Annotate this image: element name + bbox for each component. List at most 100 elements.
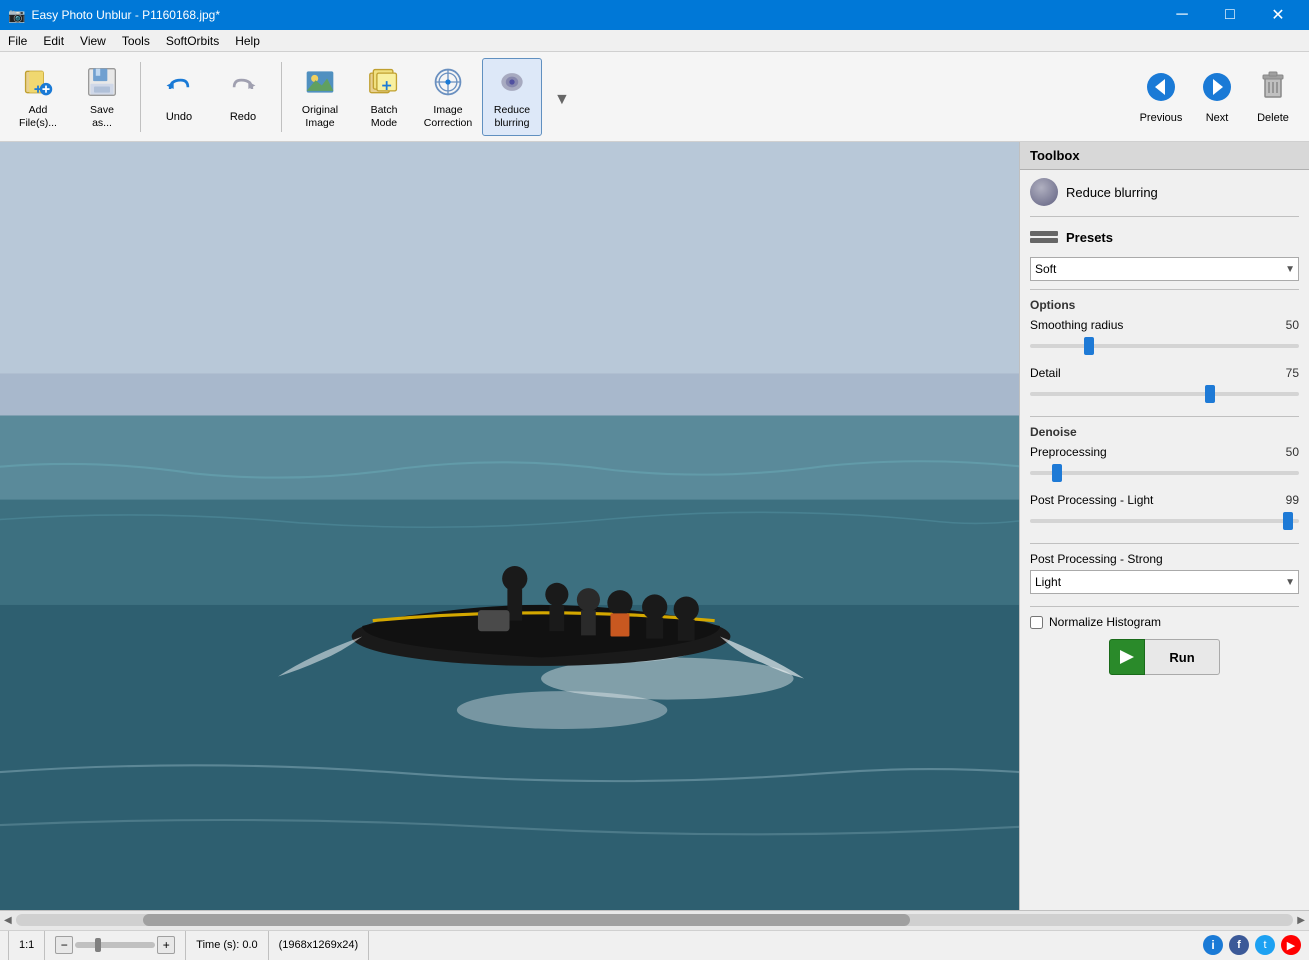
next-icon <box>1199 69 1235 108</box>
post-processing-light-slider-bg <box>1030 519 1299 523</box>
toolbox-content: Reduce blurring Presets Soft Medium St <box>1020 170 1309 683</box>
minimize-button[interactable]: ─ <box>1159 0 1205 30</box>
scrollbar-area[interactable]: ◀ ▶ <box>0 911 1309 931</box>
reduce-blurring-button[interactable]: Reduceblurring <box>482 58 542 136</box>
run-icon-button[interactable] <box>1109 639 1145 675</box>
menu-help[interactable]: Help <box>227 30 268 52</box>
toolbox-title: Toolbox <box>1020 142 1309 170</box>
preprocessing-label-row: Preprocessing 50 <box>1030 445 1299 459</box>
post-processing-light-slider-handle[interactable] <box>1283 512 1293 530</box>
previous-button[interactable]: Previous <box>1133 58 1189 136</box>
info-icon[interactable]: i <box>1203 935 1223 955</box>
denoise-section: Denoise Preprocessing 50 Post Proces <box>1030 425 1299 531</box>
image-correction-icon <box>430 64 466 100</box>
time-label: Time (s): <box>196 939 239 951</box>
presets-select[interactable]: Soft Medium Strong Custom <box>1030 257 1299 281</box>
redo-button[interactable]: Redo <box>213 58 273 136</box>
menu-tools[interactable]: Tools <box>114 30 158 52</box>
redo-label: Redo <box>230 111 256 123</box>
app-title: Easy Photo Unblur - P1160168.jpg* <box>31 8 220 22</box>
zoom-out-button[interactable]: − <box>55 936 73 954</box>
previous-icon <box>1143 69 1179 108</box>
detail-slider-container <box>1030 384 1299 404</box>
titlebar-controls: ─ □ ✕ <box>1159 0 1301 30</box>
original-image-icon <box>302 64 338 100</box>
facebook-icon[interactable]: f <box>1229 935 1249 955</box>
preprocessing-slider-handle[interactable] <box>1052 464 1062 482</box>
add-files-icon <box>20 64 56 100</box>
undo-button[interactable]: Undo <box>149 58 209 136</box>
zoom-level: 1:1 <box>8 931 45 960</box>
horizontal-scrollbar[interactable] <box>16 914 1294 926</box>
smoothing-radius-row: Smoothing radius 50 <box>1030 318 1299 356</box>
presets-bar-1 <box>1030 231 1058 236</box>
zoom-slider-thumb[interactable] <box>95 938 101 952</box>
batch-mode-icon <box>366 64 402 100</box>
post-processing-strong-select-wrapper: Light Medium Strong ▼ <box>1030 570 1299 594</box>
original-image-button[interactable]: OriginalImage <box>290 58 350 136</box>
close-button[interactable]: ✕ <box>1255 0 1301 30</box>
scrollbar-thumb[interactable] <box>143 914 910 926</box>
presets-label: Presets <box>1066 230 1113 245</box>
youtube-icon[interactable]: ▶ <box>1281 935 1301 955</box>
reduce-blurring-tool-label: Reduce blurring <box>1066 185 1158 200</box>
status-row: 1:1 − + Time (s): 0.0 (1968x1269x24) i f <box>0 931 1309 960</box>
image-correction-button[interactable]: ImageCorrection <box>418 58 478 136</box>
menu-view[interactable]: View <box>72 30 114 52</box>
run-button-row: Run <box>1030 639 1299 675</box>
delete-button[interactable]: Delete <box>1245 58 1301 136</box>
divider-2 <box>1030 289 1299 290</box>
zoom-slider-controls: − + <box>55 936 175 954</box>
reduce-blurring-icon <box>494 64 530 100</box>
scroll-right-arrow[interactable]: ▶ <box>1297 915 1305 926</box>
add-files-button[interactable]: AddFile(s)... <box>8 58 68 136</box>
post-processing-strong-label-row: Post Processing - Strong <box>1030 552 1299 566</box>
toolbar-more: ▼ <box>554 91 570 109</box>
nav-buttons: Previous Next <box>1133 58 1301 136</box>
presets-row: Presets <box>1030 225 1299 249</box>
titlebar: 📷 Easy Photo Unblur - P1160168.jpg* ─ □ … <box>0 0 1309 30</box>
time-value: 0.0 <box>242 939 257 951</box>
toolbar: AddFile(s)... Saveas... Undo <box>0 52 1309 142</box>
detail-slider-handle[interactable] <box>1205 385 1215 403</box>
smoothing-radius-slider-handle[interactable] <box>1084 337 1094 355</box>
next-button[interactable]: Next <box>1189 58 1245 136</box>
twitter-icon[interactable]: t <box>1255 935 1275 955</box>
preprocessing-value: 50 <box>1286 445 1299 459</box>
scroll-left-arrow[interactable]: ◀ <box>4 915 12 926</box>
presets-bar-2 <box>1030 238 1058 243</box>
zoom-in-button[interactable]: + <box>157 936 175 954</box>
divider-3 <box>1030 416 1299 417</box>
batch-mode-label: BatchMode <box>371 104 398 129</box>
zoom-slider[interactable] <box>75 942 155 948</box>
preprocessing-slider-container <box>1030 463 1299 483</box>
menu-edit[interactable]: Edit <box>35 30 72 52</box>
time-status: Time (s): 0.0 <box>186 931 268 960</box>
preprocessing-label: Preprocessing <box>1030 445 1107 459</box>
menu-file[interactable]: File <box>0 30 35 52</box>
normalize-histogram-checkbox[interactable] <box>1030 616 1043 629</box>
image-dimensions: (1968x1269x24) <box>269 931 370 960</box>
detail-slider-bg <box>1030 392 1299 396</box>
smoothing-radius-slider-container <box>1030 336 1299 356</box>
presets-section: Presets Soft Medium Strong Custom ▼ <box>1030 225 1299 281</box>
maximize-button[interactable]: □ <box>1207 0 1253 30</box>
undo-label: Undo <box>166 111 192 123</box>
delete-icon <box>1255 69 1291 108</box>
post-processing-strong-select[interactable]: Light Medium Strong <box>1030 570 1299 594</box>
smoothing-radius-label: Smoothing radius <box>1030 318 1123 332</box>
normalize-histogram-label[interactable]: Normalize Histogram <box>1049 615 1161 629</box>
save-button[interactable]: Saveas... <box>72 58 132 136</box>
post-processing-light-row: Post Processing - Light 99 <box>1030 493 1299 531</box>
detail-label-row: Detail 75 <box>1030 366 1299 380</box>
batch-mode-button[interactable]: BatchMode <box>354 58 414 136</box>
main-content: Toolbox Reduce blurring Presets <box>0 142 1309 910</box>
divider-5 <box>1030 606 1299 607</box>
menu-softorbits[interactable]: SoftOrbits <box>158 30 227 52</box>
save-label: Saveas... <box>90 104 114 129</box>
run-button[interactable]: Run <box>1145 639 1219 675</box>
status-icons: i f t ▶ <box>1203 935 1301 955</box>
presets-icon <box>1030 225 1058 249</box>
canvas-area[interactable] <box>0 142 1019 910</box>
image-correction-label: ImageCorrection <box>424 104 472 129</box>
